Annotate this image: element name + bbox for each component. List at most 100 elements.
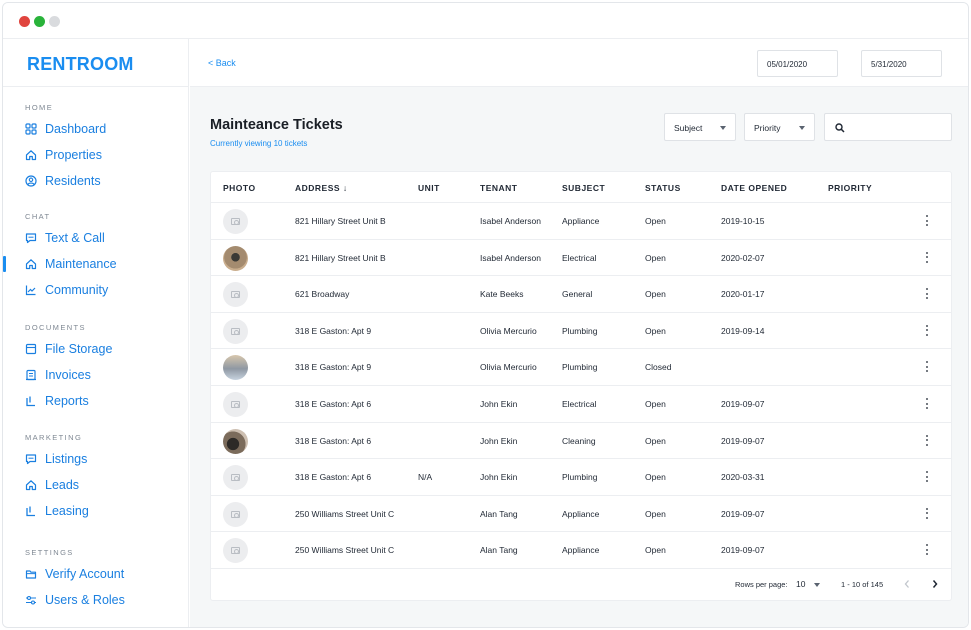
- sidebar-item-label: Listings: [45, 452, 88, 466]
- sidebar-item-community[interactable]: Community: [25, 277, 117, 303]
- date-to-field[interactable]: 5/31/2020: [861, 50, 942, 77]
- sidebar-item-reports[interactable]: Reports: [25, 388, 112, 414]
- top-bar: < Back 05/01/2020 5/31/2020: [190, 39, 968, 87]
- cell-address: 250 Williams Street Unit C: [295, 545, 395, 556]
- ticket-photo[interactable]: [223, 245, 248, 271]
- more-options-icon[interactable]: [926, 324, 929, 336]
- sidebar-item-file-storage[interactable]: File Storage: [25, 336, 112, 362]
- nav-section-title: SETTINGS: [25, 548, 74, 557]
- more-options-icon[interactable]: [926, 361, 929, 373]
- ticket-photo[interactable]: [223, 428, 248, 454]
- camera-icon: [231, 547, 240, 555]
- sidebar-item-maintenance[interactable]: Maintenance: [3, 251, 117, 277]
- sidebar-item-verify-account[interactable]: Verify Account: [25, 561, 125, 587]
- sidebar-item-residents[interactable]: Residents: [25, 168, 106, 194]
- search-input[interactable]: [824, 113, 952, 141]
- minimize-window-button[interactable]: [49, 16, 60, 27]
- column-header-unit[interactable]: UNIT: [418, 183, 440, 193]
- table-row[interactable]: 821 Hillary Street Unit B Isabel Anderson…: [211, 240, 951, 277]
- sidebar-item-label: Invoices: [45, 368, 91, 382]
- table-row[interactable]: 621 Broadway Kate Beeks General Open 2020-01…: [211, 276, 951, 313]
- ticket-photo[interactable]: [223, 355, 248, 381]
- sidebar-item-properties[interactable]: Properties: [25, 142, 106, 168]
- more-options-icon[interactable]: [926, 398, 929, 409]
- photo-placeholder[interactable]: [223, 538, 248, 564]
- sidebar-item-users-roles[interactable]: Users & Roles: [25, 587, 125, 613]
- nav-section-chat: CHAT Text & Call Maintenance Community: [3, 212, 117, 303]
- sidebar-item-invoices[interactable]: Invoices: [25, 362, 112, 388]
- cell-tenant: Isabel Anderson: [480, 216, 541, 226]
- table-row[interactable]: 318 E Gaston: Apt 9 Olivia Mercurio Plumbi…: [211, 349, 951, 386]
- column-header-address[interactable]: ADDRESS ↓: [295, 183, 348, 193]
- subject-filter-dropdown[interactable]: Subject: [664, 113, 736, 141]
- photo-placeholder[interactable]: [223, 282, 248, 308]
- report-icon: [25, 395, 38, 408]
- person-icon: [25, 174, 38, 188]
- cell-address: 318 E Gaston: Apt 6: [295, 472, 372, 483]
- cell-date-opened: 2020-02-07: [721, 252, 765, 263]
- cell-address: 318 E Gaston: Apt 6: [295, 435, 372, 446]
- sidebar-item-label: File Storage: [45, 342, 113, 356]
- table-row[interactable]: 250 Williams Street Unit C Alan Tang Appli…: [211, 532, 951, 569]
- table-row[interactable]: 318 E Gaston: Apt 6 John Ekin Electrical Op…: [211, 386, 951, 423]
- app-window: RENTROOM HOME Dashboard Properties Resident…: [2, 2, 969, 628]
- photo-placeholder[interactable]: [223, 465, 248, 491]
- close-window-button[interactable]: [19, 16, 30, 27]
- sidebar-item-dashboard[interactable]: Dashboard: [25, 116, 106, 142]
- cell-date-opened: 2019-09-07: [721, 545, 765, 556]
- cell-address: 250 Williams Street Unit C: [295, 508, 395, 519]
- chevron-right-icon[interactable]: [931, 579, 939, 589]
- table-header: PHOTO ADDRESS ↓ UNIT TENANT SUBJECT STAT…: [211, 172, 951, 203]
- column-header-priority[interactable]: PRIORITY: [828, 183, 872, 193]
- camera-icon: [231, 291, 240, 299]
- more-options-icon[interactable]: [926, 544, 929, 556]
- table-row[interactable]: 821 Hillary Street Unit B Isabel Anderson…: [211, 203, 951, 240]
- column-header-date-opened[interactable]: DATE OPENED: [721, 183, 787, 193]
- folder-icon: [25, 568, 38, 581]
- priority-filter-dropdown[interactable]: Priority: [744, 113, 815, 141]
- sidebar-item-listings[interactable]: Listings: [25, 446, 89, 472]
- column-header-tenant[interactable]: TENANT: [480, 183, 517, 193]
- photo-placeholder[interactable]: [223, 209, 248, 234]
- more-options-icon[interactable]: [926, 434, 929, 446]
- table-row[interactable]: 250 Williams Street Unit C Alan Tang Appli…: [211, 496, 951, 533]
- more-options-icon[interactable]: [926, 471, 929, 483]
- more-options-icon[interactable]: [926, 288, 929, 300]
- chevron-down-icon[interactable]: [814, 583, 820, 587]
- sidebar-item-leasing[interactable]: Leasing: [25, 498, 89, 524]
- maximize-window-button[interactable]: [34, 16, 45, 27]
- date-from-field[interactable]: 05/01/2020: [757, 50, 838, 77]
- more-options-icon[interactable]: [926, 251, 929, 263]
- more-options-icon[interactable]: [926, 215, 929, 226]
- chart-icon: [25, 284, 38, 297]
- column-header-status[interactable]: STATUS: [645, 183, 681, 193]
- camera-icon: [231, 510, 240, 518]
- cell-status: Closed: [645, 362, 672, 373]
- chat-icon: [25, 453, 38, 466]
- rows-per-page-select[interactable]: 10: [796, 579, 805, 589]
- table-row[interactable]: 318 E Gaston: Apt 6 N/A John Ekin Plumbing O…: [211, 459, 951, 496]
- chevron-left-icon[interactable]: [903, 579, 911, 589]
- cell-tenant: Alan Tang: [480, 508, 518, 519]
- brand-logo[interactable]: RENTROOM: [3, 39, 188, 87]
- rows-per-page-label: Rows per page:: [735, 580, 788, 589]
- cell-address: 318 E Gaston: Apt 9: [295, 325, 372, 336]
- column-header-subject[interactable]: SUBJECT: [562, 183, 605, 193]
- photo-placeholder[interactable]: [223, 318, 248, 344]
- cell-address: 621 Broadway: [295, 289, 350, 300]
- page-title: Mainteance Tickets: [210, 117, 343, 133]
- nav-section-title: MARKETING: [25, 433, 83, 442]
- sidebar-item-text-call[interactable]: Text & Call: [25, 225, 117, 251]
- back-link[interactable]: < Back: [208, 58, 236, 68]
- table-row[interactable]: 318 E Gaston: Apt 6 John Ekin Cleaning Open…: [211, 423, 951, 460]
- more-options-icon[interactable]: [926, 507, 929, 519]
- photo-placeholder[interactable]: [223, 392, 248, 417]
- cell-status: Open: [645, 325, 666, 336]
- table-row[interactable]: 318 E Gaston: Apt 9 Olivia Mercurio Plumbi…: [211, 313, 951, 350]
- photo-placeholder[interactable]: [223, 501, 248, 527]
- chevron-down-icon: [799, 126, 805, 130]
- home-icon: [25, 258, 38, 271]
- sidebar-item-leads[interactable]: Leads: [25, 472, 89, 498]
- nav-section-home: HOME Dashboard Properties Residents: [25, 103, 106, 194]
- chat-icon: [25, 232, 38, 245]
